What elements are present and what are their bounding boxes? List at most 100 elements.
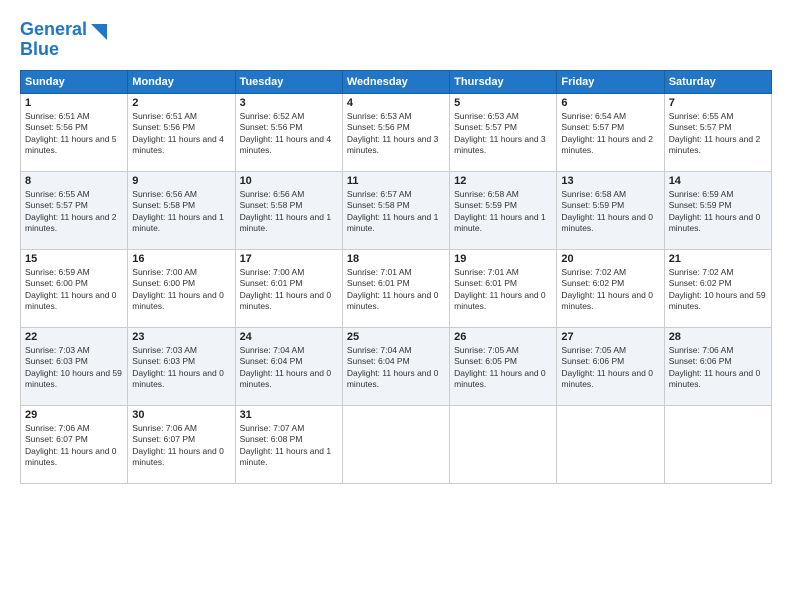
calendar-cell: 22 Sunrise: 7:03 AMSunset: 6:03 PMDaylig… — [21, 327, 128, 405]
day-info: Sunrise: 6:58 AMSunset: 5:59 PMDaylight:… — [561, 189, 653, 233]
day-number: 24 — [240, 331, 338, 343]
calendar-header-cell: Sunday — [21, 70, 128, 93]
calendar-cell: 8 Sunrise: 6:55 AMSunset: 5:57 PMDayligh… — [21, 171, 128, 249]
day-number: 27 — [561, 331, 659, 343]
day-info: Sunrise: 6:59 AMSunset: 6:00 PMDaylight:… — [25, 267, 117, 311]
calendar-cell: 2 Sunrise: 6:51 AMSunset: 5:56 PMDayligh… — [128, 93, 235, 171]
calendar-cell: 30 Sunrise: 7:06 AMSunset: 6:07 PMDaylig… — [128, 405, 235, 483]
calendar-body: 1 Sunrise: 6:51 AMSunset: 5:56 PMDayligh… — [21, 93, 772, 483]
day-info: Sunrise: 7:06 AMSunset: 6:06 PMDaylight:… — [669, 345, 761, 389]
calendar-cell: 10 Sunrise: 6:56 AMSunset: 5:58 PMDaylig… — [235, 171, 342, 249]
calendar-week-row: 1 Sunrise: 6:51 AMSunset: 5:56 PMDayligh… — [21, 93, 772, 171]
calendar-header-cell: Thursday — [450, 70, 557, 93]
day-info: Sunrise: 7:00 AMSunset: 6:00 PMDaylight:… — [132, 267, 224, 311]
day-info: Sunrise: 6:53 AMSunset: 5:57 PMDaylight:… — [454, 111, 546, 155]
day-number: 29 — [25, 409, 123, 421]
day-number: 12 — [454, 175, 552, 187]
calendar-header-cell: Monday — [128, 70, 235, 93]
day-info: Sunrise: 6:59 AMSunset: 5:59 PMDaylight:… — [669, 189, 761, 233]
calendar-cell: 25 Sunrise: 7:04 AMSunset: 6:04 PMDaylig… — [342, 327, 449, 405]
header: GeneralBlue — [20, 20, 772, 60]
calendar-cell: 18 Sunrise: 7:01 AMSunset: 6:01 PMDaylig… — [342, 249, 449, 327]
day-info: Sunrise: 6:57 AMSunset: 5:58 PMDaylight:… — [347, 189, 439, 233]
calendar-cell — [342, 405, 449, 483]
day-info: Sunrise: 6:56 AMSunset: 5:58 PMDaylight:… — [132, 189, 224, 233]
day-info: Sunrise: 7:04 AMSunset: 6:04 PMDaylight:… — [347, 345, 439, 389]
calendar-cell: 16 Sunrise: 7:00 AMSunset: 6:00 PMDaylig… — [128, 249, 235, 327]
day-info: Sunrise: 7:02 AMSunset: 6:02 PMDaylight:… — [669, 267, 766, 311]
day-info: Sunrise: 6:53 AMSunset: 5:56 PMDaylight:… — [347, 111, 439, 155]
calendar-cell — [664, 405, 771, 483]
day-info: Sunrise: 6:58 AMSunset: 5:59 PMDaylight:… — [454, 189, 546, 233]
day-info: Sunrise: 7:06 AMSunset: 6:07 PMDaylight:… — [25, 423, 117, 467]
calendar-cell: 20 Sunrise: 7:02 AMSunset: 6:02 PMDaylig… — [557, 249, 664, 327]
calendar-cell: 14 Sunrise: 6:59 AMSunset: 5:59 PMDaylig… — [664, 171, 771, 249]
calendar-cell: 28 Sunrise: 7:06 AMSunset: 6:06 PMDaylig… — [664, 327, 771, 405]
day-number: 17 — [240, 253, 338, 265]
calendar-cell: 31 Sunrise: 7:07 AMSunset: 6:08 PMDaylig… — [235, 405, 342, 483]
day-info: Sunrise: 6:55 AMSunset: 5:57 PMDaylight:… — [669, 111, 761, 155]
day-number: 3 — [240, 97, 338, 109]
calendar-cell: 17 Sunrise: 7:00 AMSunset: 6:01 PMDaylig… — [235, 249, 342, 327]
day-number: 26 — [454, 331, 552, 343]
day-number: 6 — [561, 97, 659, 109]
day-number: 21 — [669, 253, 767, 265]
calendar-week-row: 15 Sunrise: 6:59 AMSunset: 6:00 PMDaylig… — [21, 249, 772, 327]
calendar-table: SundayMondayTuesdayWednesdayThursdayFrid… — [20, 70, 772, 484]
day-info: Sunrise: 6:54 AMSunset: 5:57 PMDaylight:… — [561, 111, 653, 155]
day-number: 16 — [132, 253, 230, 265]
calendar-header-cell: Wednesday — [342, 70, 449, 93]
day-number: 1 — [25, 97, 123, 109]
day-number: 4 — [347, 97, 445, 109]
calendar-cell: 3 Sunrise: 6:52 AMSunset: 5:56 PMDayligh… — [235, 93, 342, 171]
day-info: Sunrise: 6:56 AMSunset: 5:58 PMDaylight:… — [240, 189, 332, 233]
day-info: Sunrise: 7:06 AMSunset: 6:07 PMDaylight:… — [132, 423, 224, 467]
calendar-cell: 5 Sunrise: 6:53 AMSunset: 5:57 PMDayligh… — [450, 93, 557, 171]
calendar-cell: 15 Sunrise: 6:59 AMSunset: 6:00 PMDaylig… — [21, 249, 128, 327]
logo: GeneralBlue — [20, 20, 109, 60]
calendar-cell: 4 Sunrise: 6:53 AMSunset: 5:56 PMDayligh… — [342, 93, 449, 171]
calendar-week-row: 29 Sunrise: 7:06 AMSunset: 6:07 PMDaylig… — [21, 405, 772, 483]
day-info: Sunrise: 7:04 AMSunset: 6:04 PMDaylight:… — [240, 345, 332, 389]
calendar-week-row: 8 Sunrise: 6:55 AMSunset: 5:57 PMDayligh… — [21, 171, 772, 249]
day-number: 28 — [669, 331, 767, 343]
day-number: 14 — [669, 175, 767, 187]
calendar-week-row: 22 Sunrise: 7:03 AMSunset: 6:03 PMDaylig… — [21, 327, 772, 405]
day-number: 7 — [669, 97, 767, 109]
day-info: Sunrise: 6:51 AMSunset: 5:56 PMDaylight:… — [25, 111, 117, 155]
day-number: 5 — [454, 97, 552, 109]
day-number: 22 — [25, 331, 123, 343]
day-number: 31 — [240, 409, 338, 421]
calendar-cell: 13 Sunrise: 6:58 AMSunset: 5:59 PMDaylig… — [557, 171, 664, 249]
day-number: 18 — [347, 253, 445, 265]
calendar-cell: 21 Sunrise: 7:02 AMSunset: 6:02 PMDaylig… — [664, 249, 771, 327]
calendar-header-cell: Friday — [557, 70, 664, 93]
page: GeneralBlue SundayMondayTuesdayWednesday… — [0, 0, 792, 612]
day-info: Sunrise: 7:02 AMSunset: 6:02 PMDaylight:… — [561, 267, 653, 311]
day-number: 25 — [347, 331, 445, 343]
day-info: Sunrise: 7:01 AMSunset: 6:01 PMDaylight:… — [454, 267, 546, 311]
day-info: Sunrise: 7:05 AMSunset: 6:06 PMDaylight:… — [561, 345, 653, 389]
calendar-cell — [450, 405, 557, 483]
day-info: Sunrise: 6:55 AMSunset: 5:57 PMDaylight:… — [25, 189, 117, 233]
day-number: 9 — [132, 175, 230, 187]
day-number: 13 — [561, 175, 659, 187]
logo-arrow-icon — [89, 22, 109, 47]
day-number: 8 — [25, 175, 123, 187]
calendar-cell: 11 Sunrise: 6:57 AMSunset: 5:58 PMDaylig… — [342, 171, 449, 249]
day-info: Sunrise: 7:03 AMSunset: 6:03 PMDaylight:… — [132, 345, 224, 389]
calendar-cell: 24 Sunrise: 7:04 AMSunset: 6:04 PMDaylig… — [235, 327, 342, 405]
calendar-cell: 19 Sunrise: 7:01 AMSunset: 6:01 PMDaylig… — [450, 249, 557, 327]
day-number: 10 — [240, 175, 338, 187]
day-number: 20 — [561, 253, 659, 265]
day-number: 30 — [132, 409, 230, 421]
day-number: 15 — [25, 253, 123, 265]
calendar-cell: 12 Sunrise: 6:58 AMSunset: 5:59 PMDaylig… — [450, 171, 557, 249]
day-info: Sunrise: 6:51 AMSunset: 5:56 PMDaylight:… — [132, 111, 224, 155]
calendar-header-cell: Tuesday — [235, 70, 342, 93]
day-info: Sunrise: 7:01 AMSunset: 6:01 PMDaylight:… — [347, 267, 439, 311]
day-info: Sunrise: 7:00 AMSunset: 6:01 PMDaylight:… — [240, 267, 332, 311]
calendar-header-row: SundayMondayTuesdayWednesdayThursdayFrid… — [21, 70, 772, 93]
calendar-cell: 23 Sunrise: 7:03 AMSunset: 6:03 PMDaylig… — [128, 327, 235, 405]
calendar-cell: 1 Sunrise: 6:51 AMSunset: 5:56 PMDayligh… — [21, 93, 128, 171]
